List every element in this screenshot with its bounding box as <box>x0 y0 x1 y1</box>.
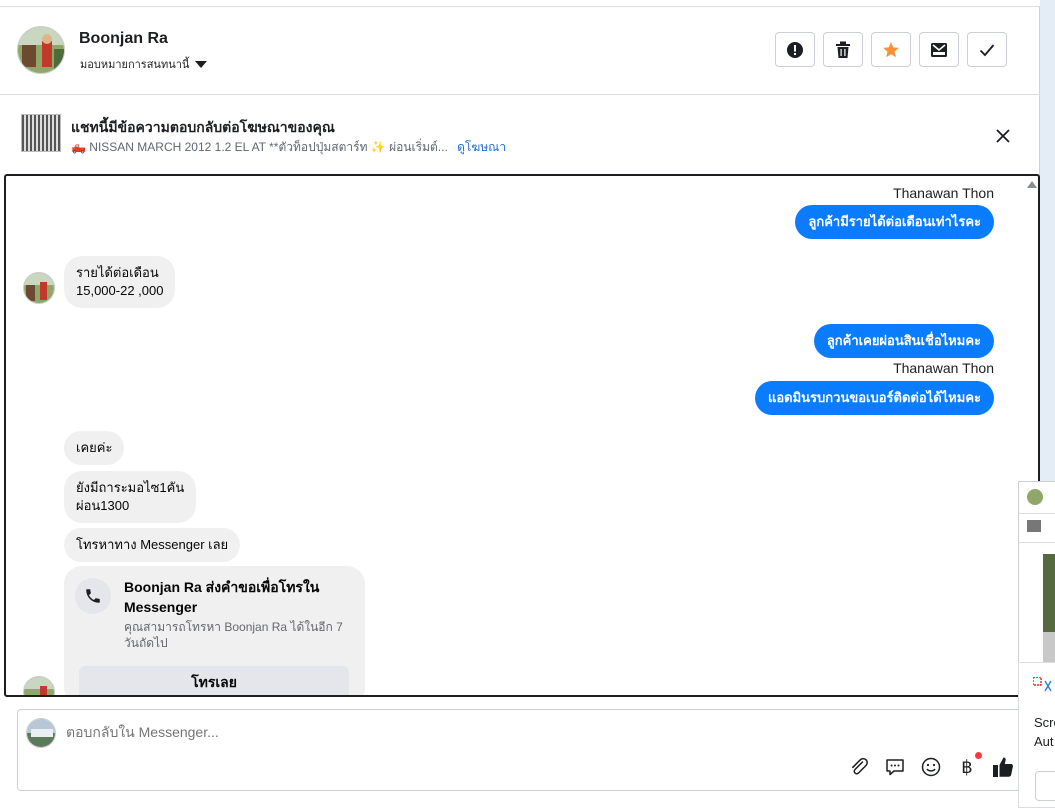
ad-reply-banner: แชทนี้มีข้อความตอบกลับต่อโฆษณาของคุณ 🛻 N… <box>0 96 1040 174</box>
close-icon <box>996 129 1010 143</box>
phone-icon <box>75 578 111 614</box>
report-button[interactable] <box>775 32 815 67</box>
floating-chat-preview[interactable] <box>1018 481 1055 691</box>
call-request-title: Boonjan Ra ส่งคำขอเพื่อโทรใน Messenger <box>124 579 320 615</box>
ad-banner-subtitle: 🛻 NISSAN MARCH 2012 1.2 EL AT **ตัวท็อปป… <box>71 138 506 157</box>
mark-unread-button[interactable] <box>919 32 959 67</box>
incoming-message: รายได้ต่อเดือน 15,000-22 ,000 <box>64 256 176 308</box>
view-ad-link[interactable]: ดูโฆษณา <box>457 140 506 154</box>
sender-name: Thanawan Thon <box>893 360 994 376</box>
check-icon <box>979 43 995 56</box>
notification-dot <box>975 752 982 759</box>
assign-conversation-dropdown[interactable]: มอบหมายการสนทนานี้ <box>80 55 208 73</box>
mark-unread-icon <box>931 42 947 57</box>
popup-text-line: Aut <box>1034 734 1054 749</box>
delete-button[interactable] <box>823 32 863 67</box>
outgoing-message: ลูกค้าเคยผ่อนสินเชื่อไหมคะ <box>813 324 994 358</box>
message-thread[interactable]: Thanawan Thon ลูกค้ามีรายได้ต่อเดือนเท่า… <box>4 174 1040 697</box>
composer-toolbar: ฿ <box>848 752 1014 778</box>
outgoing-message: ลูกค้ามีรายได้ต่อเดือนเท่าไรคะ <box>795 205 994 239</box>
trash-icon <box>836 41 850 58</box>
message-line: ยังมีถาระมอไซ1คัน <box>76 480 185 495</box>
saved-reply-icon <box>886 759 904 776</box>
contact-avatar-small <box>23 676 55 695</box>
star-icon <box>883 41 899 57</box>
reply-composer: ฿ <box>17 709 1040 791</box>
screen-capture-popup[interactable]: Scre Aut <box>1018 662 1055 808</box>
star-button[interactable] <box>871 32 911 67</box>
incoming-message: ยังมีถาระมอไซ1คัน ผ่อน1300 <box>64 471 197 523</box>
contact-avatar[interactable] <box>17 26 65 74</box>
inbox-window: Boonjan Ra มอบหมายการสนทนานี้ แชทนี้มีข้… <box>0 0 1040 808</box>
incoming-message: เคยค่ะ <box>64 431 125 465</box>
call-request-card: Boonjan Ra ส่งคำขอเพื่อโทรใน Messenger ค… <box>64 566 365 695</box>
scroll-up-arrow-icon[interactable] <box>1027 181 1037 188</box>
saved-replies-button[interactable] <box>884 756 906 778</box>
contact-name: Boonjan Ra <box>79 30 168 47</box>
message-line: ผ่อน1300 <box>76 498 130 513</box>
report-icon <box>787 41 803 58</box>
page-avatar <box>26 718 56 748</box>
message-line: 15,000-22 ,000 <box>76 283 164 298</box>
emoji-button[interactable] <box>920 756 942 778</box>
capture-tool-icon <box>1033 677 1052 692</box>
mark-done-button[interactable] <box>967 32 1007 67</box>
message-line: รายได้ต่อเดือน <box>76 265 159 280</box>
header-actions <box>775 32 1007 67</box>
ad-banner-title: แชทนี้มีข้อความตอบกลับต่อโฆษณาของคุณ <box>71 119 335 135</box>
call-request-description: คุณสามารถโทรหา Boonjan Ra ได้ในอีก 7 วัน… <box>124 620 343 650</box>
top-divider <box>0 0 1040 7</box>
contact-avatar-small <box>23 272 55 304</box>
emoji-icon <box>921 757 941 777</box>
popup-button[interactable] <box>1035 771 1055 801</box>
outgoing-message: แอดมินรบกวนขอเบอร์ติดต่อได้ไหมคะ <box>754 381 994 415</box>
ad-thumbnail[interactable] <box>21 114 61 152</box>
like-button[interactable] <box>992 756 1014 778</box>
reply-input[interactable] <box>66 724 566 740</box>
close-banner-button[interactable] <box>993 126 1013 146</box>
payment-button[interactable]: ฿ <box>956 752 982 778</box>
attach-icon <box>852 757 868 775</box>
like-icon <box>993 757 1013 777</box>
ad-name: 🛻 NISSAN MARCH 2012 1.2 EL AT **ตัวท็อปป… <box>71 140 448 154</box>
caret-down-icon <box>195 61 208 68</box>
popup-text-line: Scre <box>1034 715 1055 730</box>
sender-name: Thanawan Thon <box>893 185 994 201</box>
baht-icon: ฿ <box>961 756 973 778</box>
incoming-message: โทรหาทาง Messenger เลย <box>64 528 241 562</box>
conversation-header: Boonjan Ra มอบหมายการสนทนานี้ <box>0 7 1040 95</box>
attach-button[interactable] <box>848 756 870 778</box>
assign-label: มอบหมายการสนทนานี้ <box>80 59 190 71</box>
call-now-button[interactable]: โทรเลย <box>79 666 349 695</box>
